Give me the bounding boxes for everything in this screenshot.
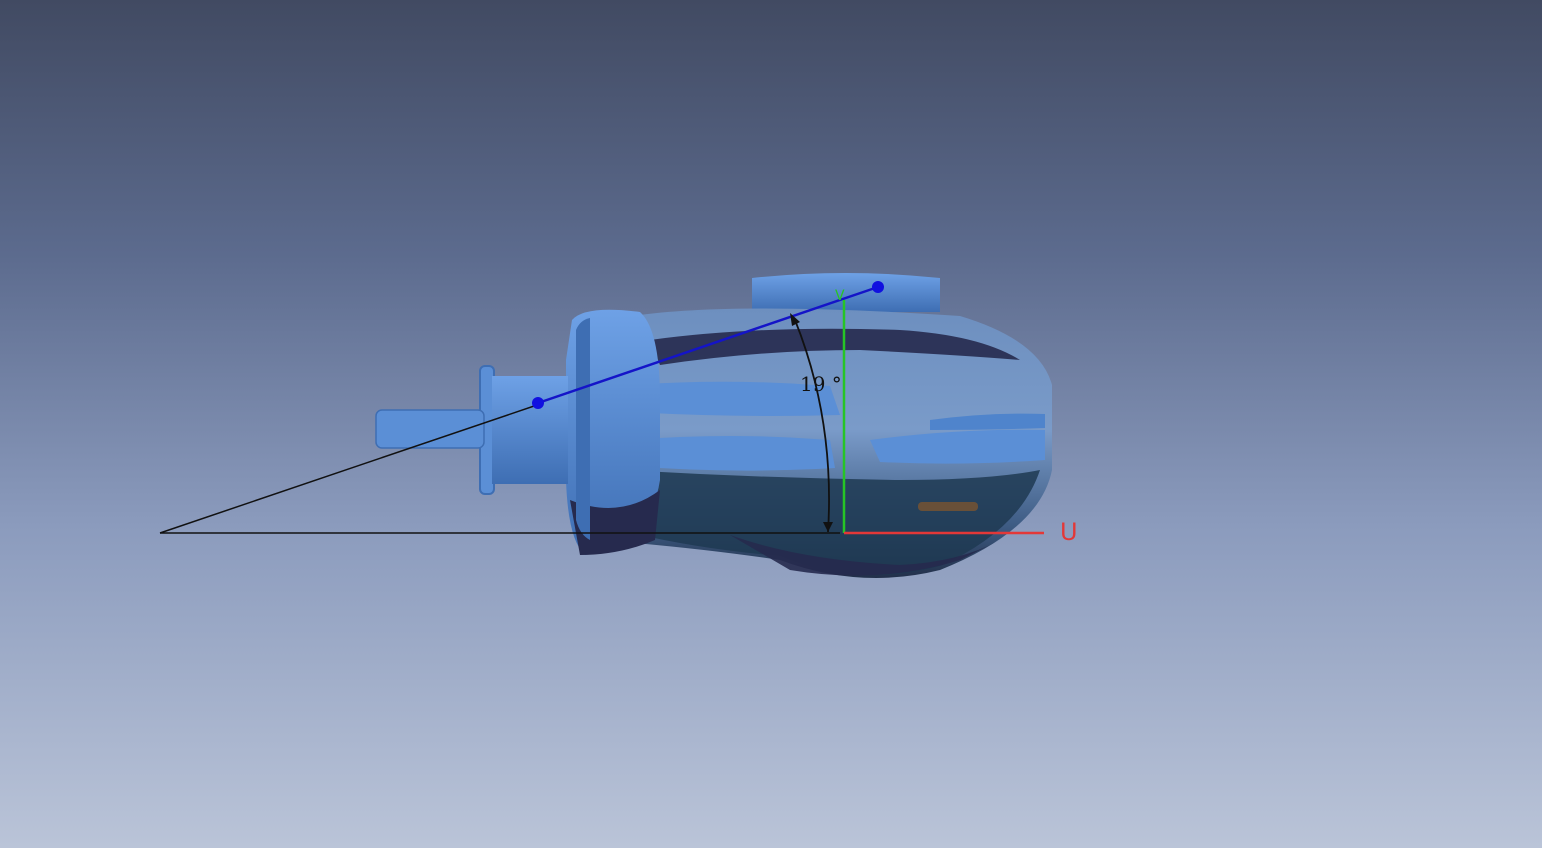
collar-rim — [576, 318, 590, 540]
measure-point-end — [872, 281, 884, 293]
shaft-middle — [492, 376, 568, 484]
scene-canvas[interactable] — [0, 0, 1542, 848]
measure-point-start — [532, 397, 544, 409]
angle-value-label: 19 ° — [800, 372, 842, 396]
highlight-band-2 — [630, 436, 835, 471]
orange-marking — [918, 502, 978, 511]
u-axis-label: U — [1060, 518, 1078, 546]
3d-viewport[interactable]: 19 ° V U — [0, 0, 1542, 848]
v-axis-label: V — [835, 288, 845, 304]
top-boss — [752, 273, 940, 312]
